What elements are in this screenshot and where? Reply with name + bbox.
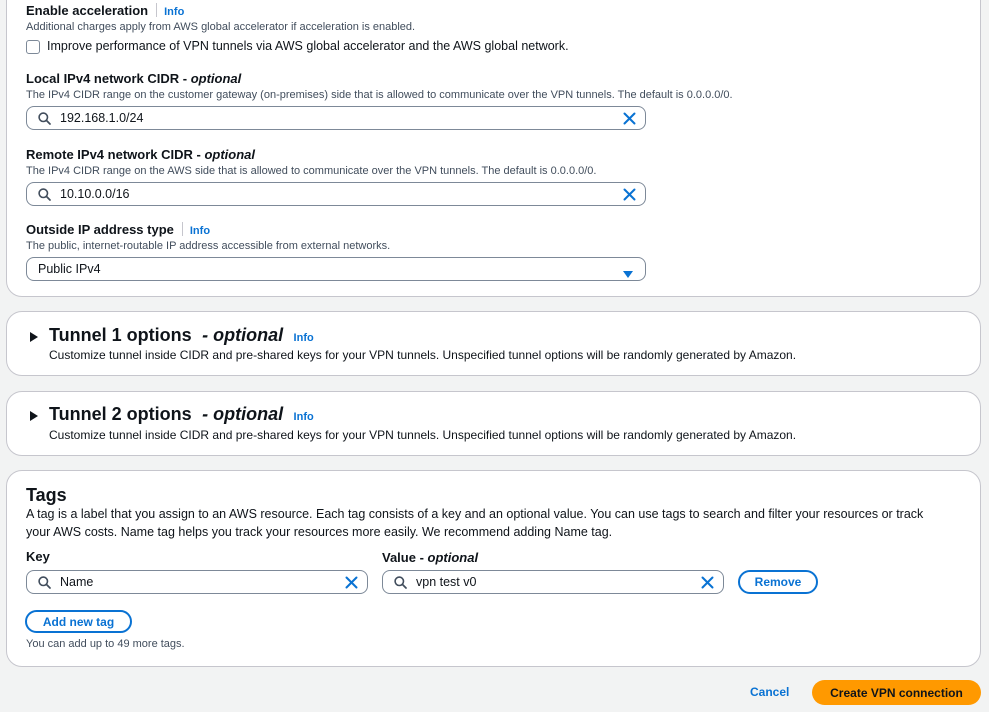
tag-key-value: Name (60, 575, 94, 589)
outside-ip-select[interactable]: Public IPv4 (26, 257, 646, 281)
tag-value-input[interactable]: vpn test v0 (382, 570, 724, 594)
remote-cidr-optional: optional (204, 147, 255, 162)
local-cidr-description: The IPv4 CIDR range on the customer gate… (26, 89, 733, 101)
tunnel2-optional: - optional (202, 404, 284, 424)
local-cidr-label: Local IPv4 network CIDR - (26, 71, 191, 86)
remote-cidr-label: Remote IPv4 network CIDR - (26, 147, 205, 162)
tags-title: Tags (26, 485, 67, 505)
expand-caret-icon[interactable] (30, 411, 38, 421)
add-new-tag-button[interactable]: Add new tag (25, 610, 132, 633)
local-cidr-input[interactable]: 192.168.1.0/24 (26, 106, 646, 130)
tunnel2-info-link[interactable]: Info (294, 411, 314, 423)
expand-caret-icon[interactable] (30, 332, 38, 342)
clear-icon[interactable] (345, 576, 358, 594)
tag-value-optional: optional (427, 550, 479, 565)
search-icon (38, 188, 51, 206)
tags-limit-text: You can add up to 49 more tags. (26, 638, 185, 650)
outside-ip-header: Outside IP address type Info (26, 221, 210, 239)
separator (181, 222, 183, 236)
tunnel2-header[interactable]: Tunnel 2 options - optional Info (49, 404, 314, 425)
tunnel2-title: Tunnel 2 options (49, 404, 192, 424)
tunnel1-panel[interactable]: Tunnel 1 options - optional Info Customi… (6, 311, 981, 376)
remove-tag-button[interactable]: Remove (738, 570, 818, 594)
remote-cidr-header: Remote IPv4 network CIDR - optional (26, 146, 255, 164)
acceleration-checkbox-label[interactable]: Improve performance of VPN tunnels via A… (47, 39, 569, 53)
tunnel1-title: Tunnel 1 options (49, 325, 192, 345)
outside-ip-info-link[interactable]: Info (190, 225, 210, 237)
clear-icon[interactable] (623, 188, 636, 206)
create-vpn-connection-button[interactable]: Create VPN connection (812, 680, 981, 705)
tunnel2-panel[interactable]: Tunnel 2 options - optional Info Customi… (6, 391, 981, 456)
caret-down-icon (623, 266, 633, 284)
tunnel1-description: Customize tunnel inside CIDR and pre-sha… (49, 348, 797, 362)
remote-cidr-input[interactable]: 10.10.0.0/16 (26, 182, 646, 206)
acceleration-header: Enable acceleration Info (26, 2, 184, 20)
search-icon (38, 576, 51, 594)
acceleration-label: Enable acceleration (26, 3, 149, 18)
tags-description-line2: your AWS costs. Name tag helps you track… (26, 525, 613, 539)
cancel-button[interactable]: Cancel (750, 685, 789, 699)
vpn-options-panel: Enable acceleration Info Additional charg… (6, 0, 981, 297)
acceleration-description: Additional charges apply from AWS global… (26, 21, 416, 33)
separator (156, 3, 158, 17)
acceleration-info-link[interactable]: Info (164, 6, 184, 18)
local-cidr-value: 192.168.1.0/24 (60, 111, 144, 125)
tunnel1-info-link[interactable]: Info (294, 332, 314, 344)
tags-panel: Tags A tag is a label that you assign to… (6, 470, 981, 667)
outside-ip-value: Public IPv4 (38, 262, 101, 276)
clear-icon[interactable] (701, 576, 714, 594)
outside-ip-label: Outside IP address type (26, 222, 174, 237)
remote-cidr-value: 10.10.0.0/16 (60, 187, 130, 201)
tag-value-label: Value - (382, 550, 428, 565)
tag-key-label: Key (26, 549, 50, 564)
acceleration-checkbox[interactable] (26, 40, 40, 54)
remote-cidr-description: The IPv4 CIDR range on the AWS side that… (26, 165, 597, 177)
local-cidr-header: Local IPv4 network CIDR - optional (26, 70, 241, 88)
tag-key-input[interactable]: Name (26, 570, 368, 594)
local-cidr-optional: optional (190, 71, 242, 86)
tags-description-line1: A tag is a label that you assign to an A… (26, 507, 924, 521)
clear-icon[interactable] (623, 112, 636, 130)
tunnel1-optional: - optional (202, 325, 284, 345)
tag-value-header: Value - optional (382, 549, 478, 567)
search-icon (38, 112, 51, 130)
tunnel1-header[interactable]: Tunnel 1 options - optional Info (49, 325, 314, 346)
search-icon (394, 576, 407, 594)
tunnel2-description: Customize tunnel inside CIDR and pre-sha… (49, 428, 797, 442)
tag-value-value: vpn test v0 (416, 575, 477, 589)
outside-ip-description: The public, internet-routable IP address… (26, 240, 391, 252)
